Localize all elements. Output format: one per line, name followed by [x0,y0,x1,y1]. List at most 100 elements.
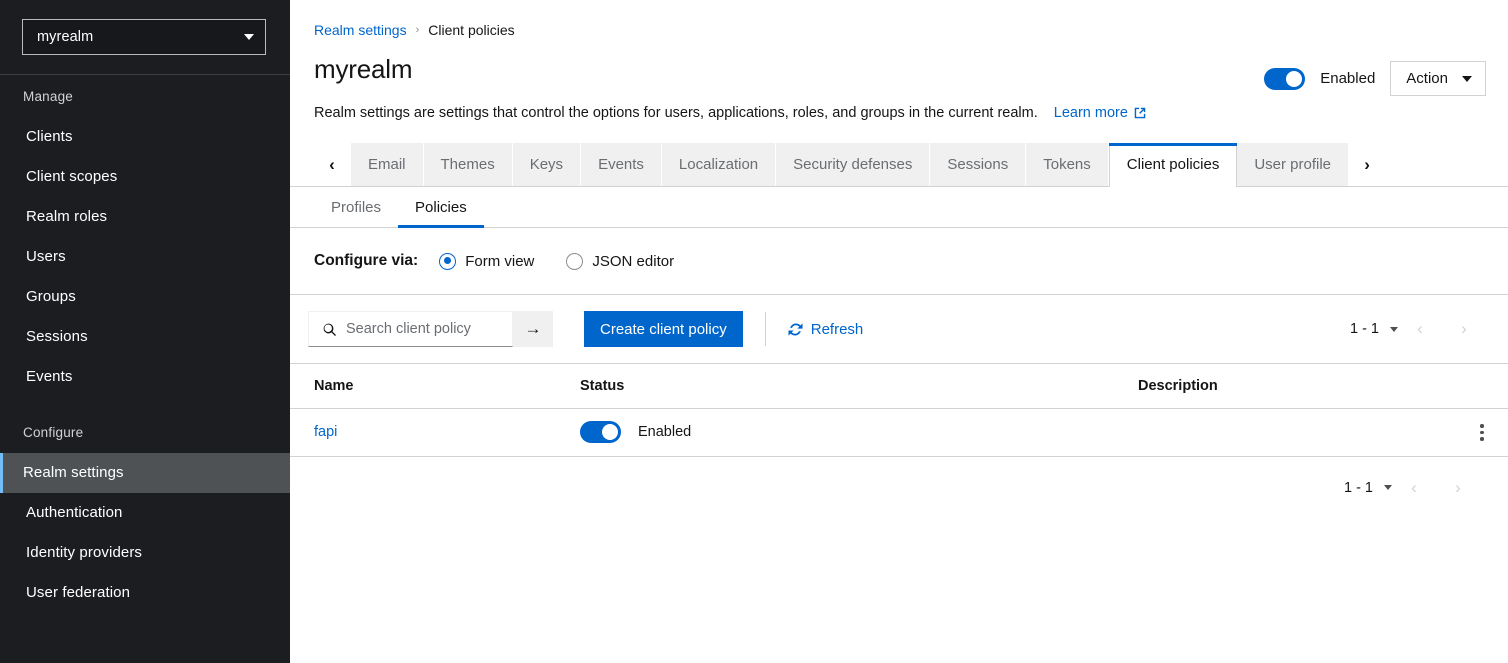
pagination-bottom-range-dropdown[interactable]: 1 - 1 [1344,480,1392,496]
subtab-profiles[interactable]: Profiles [314,187,398,227]
tab-list: Email Themes Keys Events Localization Se… [350,143,1349,186]
learn-more-link[interactable]: Learn more [1054,105,1147,121]
tab-themes[interactable]: Themes [424,143,513,186]
sidebar-item-realm-settings[interactable]: Realm settings [0,453,290,493]
table-row: fapi Enabled [290,409,1508,457]
learn-more-label: Learn more [1054,105,1128,121]
radio-form-view-indicator [439,253,456,270]
search-submit-button[interactable]: → [513,311,553,347]
cell-description [1138,409,1456,457]
page-title: myrealm [314,54,412,85]
realm-enabled-label: Enabled [1320,70,1375,87]
kebab-dot [1480,431,1484,435]
kebab-dot [1480,424,1484,428]
external-link-icon [1133,106,1147,120]
pagination-top-next-button[interactable]: › [1442,312,1486,346]
toggle-knob [1286,71,1302,87]
pagination-top: 1 - 1 ‹ › [1350,312,1486,346]
app-root: myrealm Manage Clients Client scopes Rea… [0,0,1508,663]
sidebar-section-configure: Configure [0,397,290,453]
configure-via-row: Configure via: Form view JSON editor [290,228,1508,295]
pagination-bottom-range: 1 - 1 [1344,480,1373,496]
tab-scroll-left-button[interactable]: ‹ [314,143,350,186]
radio-form-view-label: Form view [465,253,534,270]
tab-events[interactable]: Events [581,143,662,186]
search-icon [322,322,337,337]
action-dropdown-button[interactable]: Action [1390,61,1486,96]
main-content: Realm settings › Client policies myrealm… [290,0,1508,663]
radio-json-editor-label: JSON editor [592,253,674,270]
chevron-down-icon [1462,76,1472,82]
pagination-top-prev-button[interactable]: ‹ [1398,312,1442,346]
radio-form-view[interactable]: Form view [439,253,534,270]
client-policy-link-fapi[interactable]: fapi [314,424,337,440]
tab-scroll-right-button[interactable]: › [1349,143,1385,186]
column-header-name: Name [290,364,580,409]
sidebar-item-client-scopes[interactable]: Client scopes [0,157,290,197]
policy-enabled-toggle[interactable] [580,421,621,443]
policy-status-label: Enabled [638,424,691,440]
tab-user-profile[interactable]: User profile [1237,143,1349,186]
tab-security-defenses[interactable]: Security defenses [776,143,930,186]
realm-selector-value: myrealm [37,29,244,45]
sub-tab-bar: Profiles Policies [290,187,1508,228]
refresh-button[interactable]: Refresh [788,321,864,338]
page-description: Realm settings are settings that control… [314,105,1038,121]
realm-selector[interactable]: myrealm [22,19,266,55]
sidebar-section-manage: Manage [0,75,290,117]
tab-bar: ‹ Email Themes Keys Events Localization … [290,143,1508,187]
tab-email[interactable]: Email [350,143,424,186]
realm-enabled-toggle[interactable] [1264,68,1305,90]
sidebar-item-groups[interactable]: Groups [0,277,290,317]
tab-localization[interactable]: Localization [662,143,776,186]
cell-actions [1456,409,1508,457]
page-header: myrealm Enabled Action [290,38,1508,96]
table-header-row: Name Status Description [290,364,1508,409]
tab-keys[interactable]: Keys [513,143,581,186]
search-box [308,311,513,347]
table-head: Name Status Description [290,364,1508,409]
refresh-label: Refresh [811,321,864,338]
refresh-icon [788,322,803,337]
tab-tokens[interactable]: Tokens [1026,143,1109,186]
action-dropdown-label: Action [1406,70,1448,87]
configure-via-label: Configure via: [314,252,418,270]
toggle-knob [602,424,618,440]
chevron-down-icon [1384,485,1392,490]
column-header-status: Status [580,364,1138,409]
table-toolbar: → Create client policy Refresh 1 - 1 ‹ › [290,295,1508,364]
sidebar: myrealm Manage Clients Client scopes Rea… [0,0,290,663]
sidebar-item-realm-roles[interactable]: Realm roles [0,197,290,237]
cell-status: Enabled [580,409,1138,457]
pagination-top-range-dropdown[interactable]: 1 - 1 [1350,321,1398,337]
tab-client-policies[interactable]: Client policies [1109,143,1238,186]
breadcrumb-separator-icon: › [416,24,420,36]
pagination-bottom: 1 - 1 ‹ › [290,457,1508,505]
sidebar-item-events[interactable]: Events [0,357,290,397]
sidebar-item-identity-providers[interactable]: Identity providers [0,533,290,573]
pagination-bottom-next-button[interactable]: › [1436,471,1480,505]
search-input[interactable] [346,321,501,337]
tab-sessions[interactable]: Sessions [930,143,1026,186]
radio-json-editor[interactable]: JSON editor [566,253,674,270]
toolbar-divider [765,312,766,346]
search-group: → [308,311,553,347]
sidebar-item-sessions[interactable]: Sessions [0,317,290,357]
pagination-bottom-prev-button[interactable]: ‹ [1392,471,1436,505]
chevron-down-icon [244,34,254,40]
kebab-menu-icon[interactable] [1456,420,1508,445]
column-header-description: Description [1138,364,1456,409]
table-body: fapi Enabled [290,409,1508,457]
breadcrumb-link-realm-settings[interactable]: Realm settings [314,22,407,38]
sidebar-item-clients[interactable]: Clients [0,117,290,157]
sidebar-item-authentication[interactable]: Authentication [0,493,290,533]
column-header-actions [1456,364,1508,409]
radio-json-editor-indicator [566,253,583,270]
chevron-down-icon [1390,327,1398,332]
create-client-policy-button[interactable]: Create client policy [584,311,743,347]
sidebar-item-users[interactable]: Users [0,237,290,277]
subtab-policies[interactable]: Policies [398,187,484,227]
client-policies-table: Name Status Description fapi [290,364,1508,457]
sidebar-item-user-federation[interactable]: User federation [0,573,290,613]
page-header-actions: Enabled Action [1264,54,1486,96]
